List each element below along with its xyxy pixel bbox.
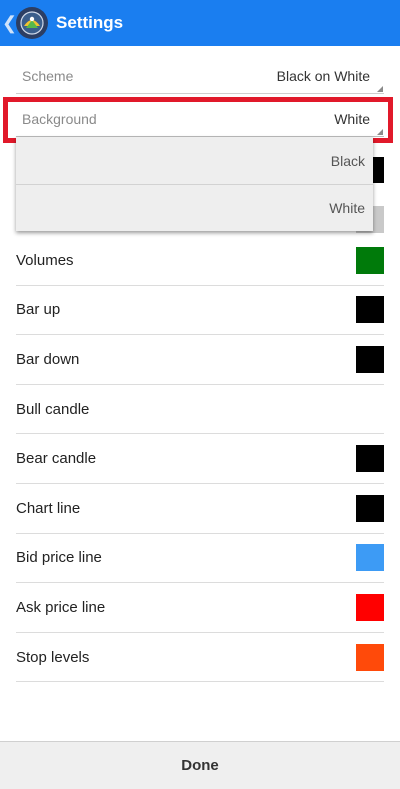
list-item-label: Chart line xyxy=(16,499,81,517)
color-swatch[interactable] xyxy=(356,445,384,473)
list-item[interactable]: Volumes xyxy=(16,236,384,286)
app-bar: ❮ Settings xyxy=(0,0,400,46)
list-item-label: Bar up xyxy=(16,301,61,319)
color-swatch[interactable] xyxy=(356,246,384,274)
list-item[interactable]: Bar up xyxy=(16,286,384,336)
list-item[interactable]: Ask price line xyxy=(16,583,384,633)
list-item[interactable]: Stop levels xyxy=(16,633,384,683)
list-item-label: Bear candle xyxy=(16,450,97,468)
scheme-select[interactable]: Scheme Black on White xyxy=(16,58,384,94)
background-dropdown-menu: Black White xyxy=(16,137,373,231)
color-settings-list: Volumes Bar up Bar down Bull candle Bear… xyxy=(16,236,384,683)
dropdown-corner-icon xyxy=(377,86,383,92)
list-item[interactable]: Chart line xyxy=(16,484,384,534)
list-item-label: Ask price line xyxy=(16,598,106,616)
color-swatch[interactable] xyxy=(356,494,384,522)
app-logo-icon[interactable] xyxy=(16,7,48,39)
app-logo-graphic xyxy=(20,11,44,35)
color-swatch[interactable] xyxy=(356,296,384,324)
list-item-label: Stop levels xyxy=(16,648,90,666)
back-chevron-icon[interactable]: ❮ xyxy=(2,0,17,46)
color-swatch[interactable] xyxy=(356,544,384,572)
done-button[interactable]: Done xyxy=(181,757,219,774)
list-item-label: Volumes xyxy=(16,251,74,269)
list-item-label: Bar down xyxy=(16,350,80,368)
color-swatch[interactable] xyxy=(356,643,384,671)
page-title: Settings xyxy=(56,13,124,32)
color-swatch[interactable] xyxy=(356,593,384,621)
list-item-label: Bull candle xyxy=(16,400,90,418)
scheme-label: Scheme xyxy=(22,67,74,84)
color-swatch[interactable] xyxy=(356,395,384,423)
list-item[interactable]: Bull candle xyxy=(16,385,384,435)
scheme-value: Black on White xyxy=(276,67,370,84)
color-swatch[interactable] xyxy=(356,345,384,373)
dropdown-option-black[interactable]: Black xyxy=(16,137,373,184)
list-item[interactable]: Bar down xyxy=(16,335,384,385)
footer-bar: Done xyxy=(0,741,400,789)
list-item-label: Bid price line xyxy=(16,549,102,567)
dropdown-option-white[interactable]: White xyxy=(16,184,373,231)
list-item[interactable]: Bear candle xyxy=(16,434,384,484)
list-item[interactable]: Bid price line xyxy=(16,534,384,584)
